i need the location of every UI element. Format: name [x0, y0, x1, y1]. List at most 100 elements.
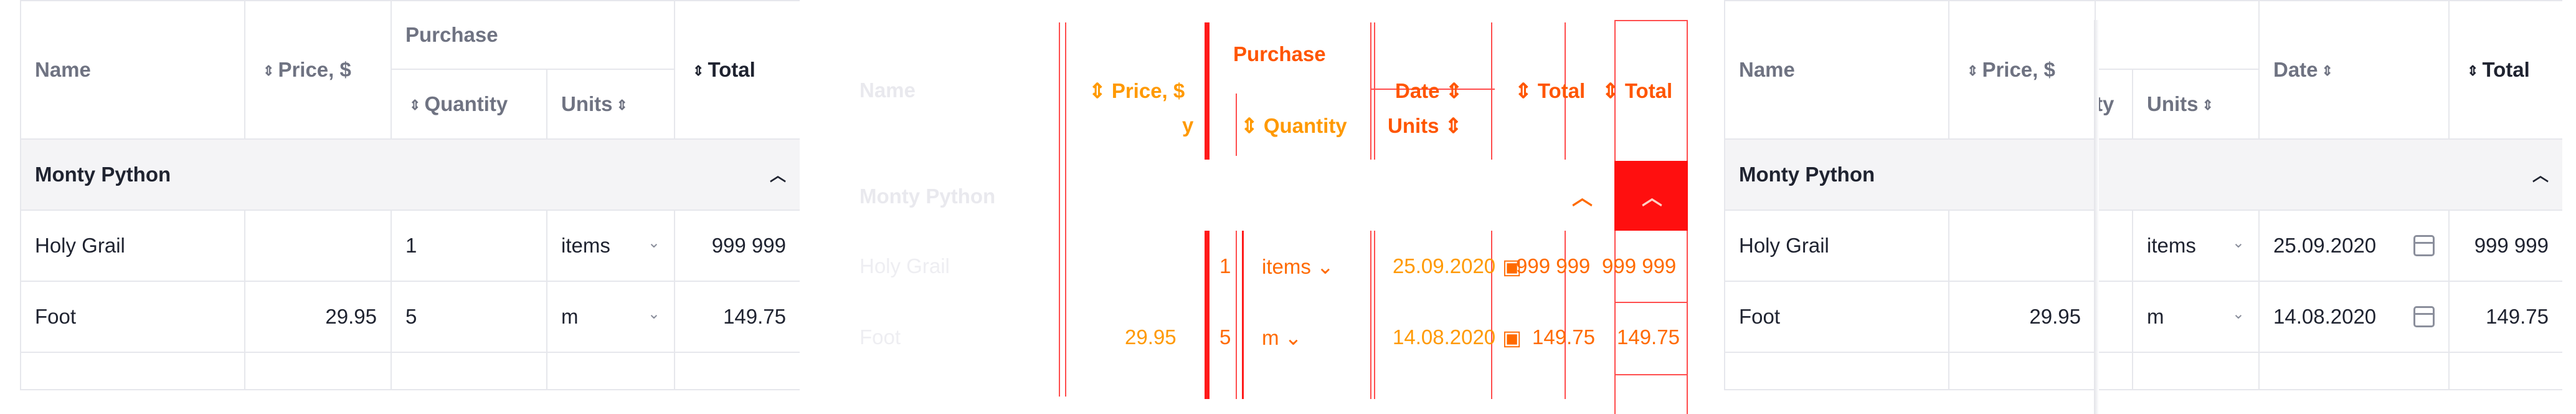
row-quantity[interactable]: 1 — [1219, 254, 1231, 278]
table-row: Holy Grail 1 items ⌄ 999 999 — [20, 209, 800, 282]
cell-name: Holy Grail — [1724, 209, 1949, 282]
sort-icon[interactable]: ⇕ — [1967, 63, 1978, 79]
purchase-header: Purchase — [1233, 42, 1326, 65]
guide-line — [1370, 231, 1371, 399]
cell-price[interactable]: 29.95 — [244, 281, 392, 353]
quantity-header-overlap[interactable]: y — [1182, 113, 1193, 137]
ghost-row-name: Foot — [859, 325, 901, 349]
right-table: Name ⇕ Price, $ Date ⇕ ⇕ Total ty Units ⇕ Mo… — [1724, 0, 2562, 390]
column-group-purchase: Purchase — [391, 0, 675, 70]
chevron-up-icon[interactable]: ︿ — [2532, 163, 2549, 186]
row-price[interactable]: 29.95 — [1125, 325, 1177, 349]
table-row: Foot 29.95 5 m ⌄ 149.75 — [20, 281, 800, 353]
group-chevron[interactable]: ︿ — [1572, 181, 1593, 211]
total-header[interactable]: ⇕ Total — [1515, 79, 1585, 103]
table-row: Foot 29.95 m ⌄ 14.08.2020 149.75 — [1724, 281, 2562, 353]
right-table-panel: Name ⇕ Price, $ Date ⇕ ⇕ Total ty Units ⇕ Mo… — [1724, 0, 2562, 414]
cell-total: 999 999 — [2448, 209, 2562, 282]
column-total-header[interactable]: ⇕ Total — [674, 0, 800, 140]
cell-date[interactable]: 14.08.2020 — [2258, 281, 2450, 353]
column-total-header[interactable]: ⇕ Total — [2448, 0, 2562, 140]
guide-line — [1374, 22, 1375, 160]
row-total: 999 999 — [1516, 254, 1591, 277]
guide-line — [1236, 231, 1237, 399]
quantity-header[interactable]: ⇕ Quantity — [1241, 113, 1347, 138]
cell-quantity[interactable] — [2095, 281, 2133, 353]
cell-name: Foot — [20, 281, 245, 353]
sort-icon[interactable]: ⇕ — [2322, 63, 2333, 79]
sort-icon[interactable]: ⇕ — [263, 63, 274, 79]
column-quantity-header[interactable]: ty — [2095, 69, 2133, 140]
row-date[interactable]: 25.09.2020 — [1393, 254, 1495, 278]
guide-line — [1236, 94, 1237, 156]
chevron-down-icon[interactable]: ⌄ — [648, 234, 660, 252]
chevron-down-icon[interactable]: ⌄ — [648, 305, 660, 323]
cell-name: Foot — [1724, 281, 1949, 353]
cell-units[interactable]: m ⌄ — [546, 281, 675, 353]
sort-icon[interactable]: ⇕ — [409, 97, 420, 113]
row-units[interactable]: m ⌄ — [1262, 325, 1302, 350]
guide-line — [1059, 22, 1060, 397]
cell-price[interactable] — [244, 209, 392, 282]
cell-quantity[interactable]: 5 — [391, 281, 547, 353]
column-name-header[interactable]: Name — [1724, 0, 1949, 140]
cell-units[interactable]: items ⌄ — [2132, 209, 2260, 282]
column-units-header[interactable]: Units ⇕ — [546, 69, 675, 140]
cell-price[interactable] — [1948, 209, 2096, 282]
guide-line — [1374, 231, 1375, 399]
cell-quantity[interactable]: 1 — [391, 209, 547, 282]
cell-total: 149.75 — [2448, 281, 2562, 353]
cell-units[interactable]: m ⌄ — [2132, 281, 2260, 353]
sticky-column-divider — [2094, 20, 2099, 414]
row-units[interactable]: items ⌄ — [1262, 254, 1334, 279]
group-row[interactable]: Monty Python ︿ — [20, 138, 800, 211]
column-quantity-header[interactable]: ⇕ Quantity — [391, 69, 547, 140]
guide-line — [1614, 302, 1688, 303]
cell-total: 149.75 — [674, 281, 800, 353]
table-row: Holy Grail items ⌄ 25.09.2020 999 999 — [1724, 209, 2562, 282]
row-total-2: 999 999 — [1602, 254, 1677, 277]
date-header[interactable]: Date ⇕ — [1395, 79, 1462, 103]
column-units-header[interactable]: Units ⇕ — [2132, 69, 2260, 140]
guide-line — [1370, 22, 1371, 160]
group-row[interactable]: Monty Python ︿ — [1724, 138, 2562, 211]
calendar-icon[interactable] — [2413, 306, 2435, 327]
chevron-up-icon[interactable]: ︿ — [770, 163, 786, 186]
chevron-up-icon[interactable]: ︿ — [1642, 181, 1662, 211]
sort-icon[interactable]: ⇕ — [2202, 97, 2214, 113]
cell-quantity[interactable] — [2095, 209, 2133, 282]
calendar-icon[interactable] — [2413, 235, 2435, 256]
guide-line — [1205, 231, 1210, 399]
sort-icon[interactable]: ⇕ — [617, 97, 628, 113]
guide-line — [1242, 231, 1244, 399]
ghost-name-header: Name — [859, 79, 916, 102]
price-header-overlap[interactable]: ⇕ Price, $ — [1089, 79, 1185, 103]
left-table: Name ⇕ Price, $ Purchase ⇕ Total ⇕ Quantity… — [20, 0, 800, 390]
calendar-icon[interactable]: ▣ — [1502, 325, 1522, 350]
guide-line — [1491, 22, 1492, 160]
units-header[interactable]: Units ⇕ — [1388, 113, 1462, 138]
column-name-header[interactable]: Name — [20, 0, 245, 140]
guide-line — [1065, 22, 1066, 397]
row-date[interactable]: 14.08.2020 — [1393, 325, 1495, 349]
cell-name: Holy Grail — [20, 209, 245, 282]
row-total-2: 149.75 — [1617, 325, 1680, 349]
total-header-2[interactable]: ⇕ Total — [1602, 79, 1672, 103]
row-quantity[interactable]: 5 — [1219, 325, 1231, 349]
chevron-down-icon[interactable]: ⌄ — [2232, 305, 2245, 323]
column-date-header[interactable]: Date ⇕ — [2258, 0, 2450, 140]
cell-date[interactable]: 25.09.2020 — [2258, 209, 2450, 282]
sort-icon[interactable]: ⇕ — [693, 63, 704, 79]
cell-price[interactable]: 29.95 — [1948, 281, 2096, 353]
chevron-down-icon[interactable]: ⌄ — [2232, 234, 2245, 252]
cell-units[interactable]: items ⌄ — [546, 209, 675, 282]
column-price-header[interactable]: ⇕ Price, $ — [1948, 0, 2096, 140]
cell-total: 999 999 — [674, 209, 800, 282]
row-total: 149.75 — [1532, 325, 1595, 349]
guide-line — [1205, 22, 1210, 160]
ghost-group-label: Monty Python — [859, 185, 996, 208]
ghost-row-name: Holy Grail — [859, 254, 950, 277]
left-table-panel: Name ⇕ Price, $ Purchase ⇕ Total ⇕ Quantity… — [20, 0, 800, 414]
sort-icon[interactable]: ⇕ — [2467, 63, 2478, 79]
column-price-header[interactable]: ⇕ Price, $ — [244, 0, 392, 140]
